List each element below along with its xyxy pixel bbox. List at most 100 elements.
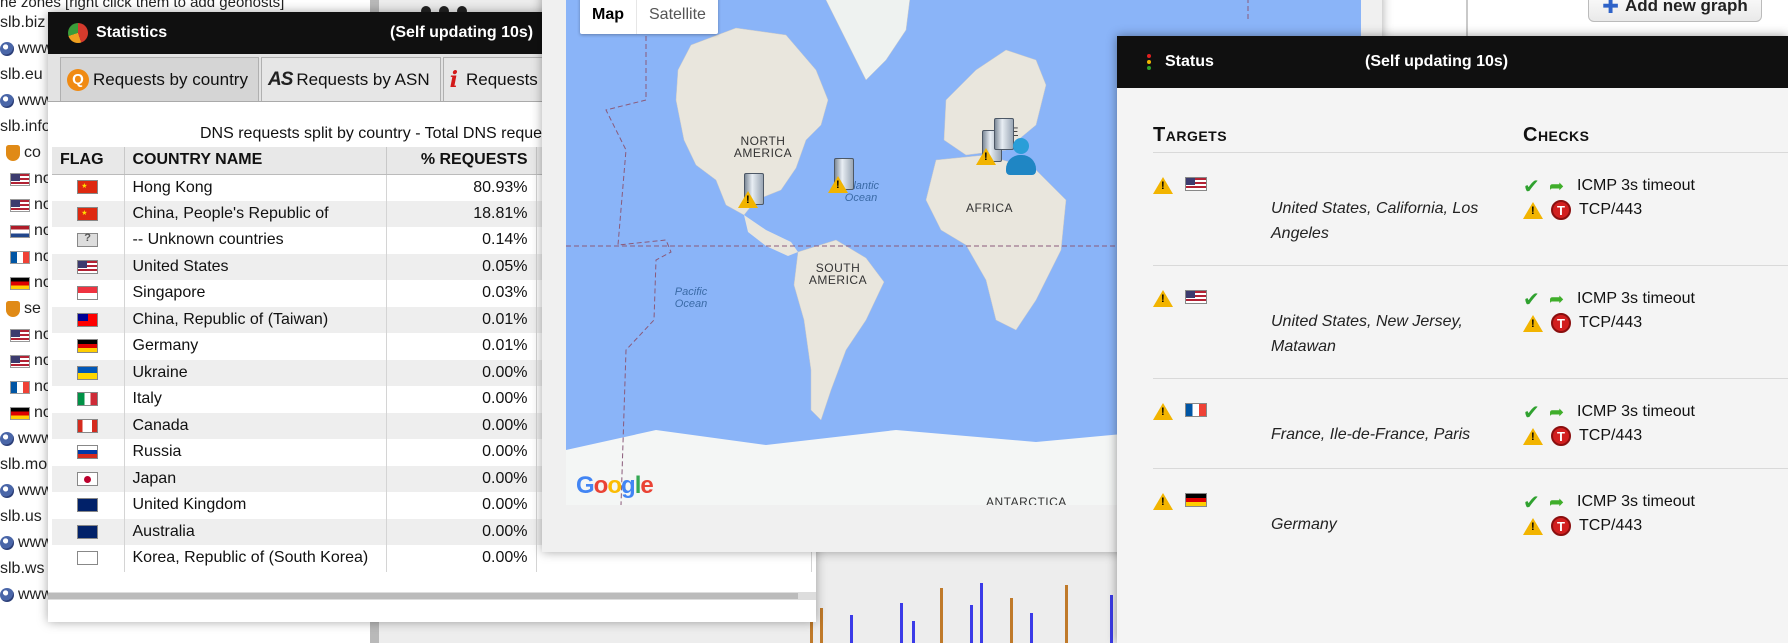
warning-icon [828,176,848,193]
flag-icon [10,250,30,264]
check-icmp[interactable]: ✔ ➦ ICMP 3s timeout [1523,288,1695,311]
column-header-country[interactable]: COUNTRY NAME [124,147,387,175]
label-antarctica: ANTARCTICA [986,495,1067,505]
percent-cell: 0.01% [386,333,537,360]
globe-icon [0,588,14,602]
check-ok-icon: ✔ [1523,175,1540,198]
flag-cell [52,280,125,307]
zone-tree-item[interactable]: www [0,530,53,556]
zone-tree-item[interactable]: www [0,582,53,608]
percent-cell: 0.00% [386,439,537,466]
zone-tree-item[interactable]: slb.eu [0,62,43,88]
scrollbar-thumb[interactable] [48,593,798,599]
zone-tree-item[interactable]: no [0,166,52,192]
user-head [1013,138,1029,154]
check-icmp-label: ICMP 3s timeout [1577,177,1695,194]
flag-cell [52,412,125,439]
flag-icon [10,198,30,212]
zone-tree-item[interactable]: slb.biz [0,10,45,36]
graph-bar [1010,598,1013,643]
user-location-icon[interactable] [1004,138,1038,178]
zone-tree-item[interactable]: no [0,218,52,244]
status-target-row[interactable]: Germany ✔ ➦ ICMP 3s timeout T TCP/443 [1153,468,1788,608]
check-ok-icon: ✔ [1523,491,1540,514]
check-tcp-label: TCP/443 [1579,427,1643,444]
zone-tree-item[interactable]: no [0,374,52,400]
label-africa: AFRICA [966,201,1014,215]
redirect-arrow-icon: ➦ [1549,401,1565,422]
check-tcp[interactable]: T TCP/443 [1523,312,1642,334]
check-ok-icon: ✔ [1523,401,1540,424]
column-header-flag[interactable]: FLAG [52,147,125,175]
map-view-button[interactable]: Map [580,0,636,34]
percent-cell: 0.00% [386,518,537,545]
warning-icon [738,191,758,208]
zone-tree-item[interactable]: www [0,426,53,452]
server-marker-new-jersey[interactable] [828,158,856,194]
shield-icon [6,301,20,317]
flag-cell: ? [52,227,125,254]
zone-tree-item-label: se [24,300,41,317]
add-new-graph-label: Add new graph [1624,0,1748,15]
status-target-row[interactable]: United States, New Jersey, Matawan ✔ ➦ ICMP… [1153,265,1788,378]
warning-icon [1153,493,1173,510]
tab-requests-by-asn[interactable]: AS Requests by ASN [260,57,441,101]
flag-cell [52,306,125,333]
flag-cell [52,333,125,360]
target-location: United States, California, Los Angeles [1271,200,1479,242]
tab-requests-by-country[interactable]: Q Requests by country [60,57,259,101]
zone-tree-item[interactable]: slb.info [0,114,51,140]
check-tcp[interactable]: T TCP/443 [1523,425,1642,447]
status-target-row[interactable]: France, Ile-de-France, Paris ✔ ➦ ICMP 3s ti… [1153,378,1788,468]
flag-us-icon [1185,177,1207,191]
warning-icon [1523,517,1543,535]
zone-tree-item[interactable]: slb.ws [0,556,44,582]
check-icmp[interactable]: ✔ ➦ ICMP 3s timeout [1523,175,1695,198]
zone-tree-item[interactable]: no [0,322,52,348]
server-marker-los-angeles[interactable] [738,173,766,209]
flag-ca-icon [77,418,99,433]
country-name-cell: Russia [124,439,387,466]
check-icmp[interactable]: ✔ ➦ ICMP 3s timeout [1523,401,1695,424]
country-name-cell: China, Republic of (Taiwan) [124,306,387,333]
tcp-error-icon: T [1551,313,1571,333]
check-icmp[interactable]: ✔ ➦ ICMP 3s timeout [1523,491,1695,514]
zone-tree-item[interactable]: no [0,192,52,218]
column-header-percent[interactable]: % REQUESTS [386,147,537,175]
zone-tree-item-label: slb.mo [0,456,48,473]
zone-tree-item[interactable]: no [0,270,52,296]
flag-de-icon [77,339,99,354]
zone-tree-item[interactable]: www [0,36,53,62]
table-caption: DNS requests split by country - Total DN… [200,125,563,142]
horizontal-scrollbar[interactable] [48,592,816,600]
zone-tree-item[interactable]: se [0,296,41,322]
zone-tree-item[interactable]: no [0,348,52,374]
zone-tree-item[interactable]: www [0,478,53,504]
check-tcp[interactable]: T TCP/443 [1523,515,1642,537]
zone-tree-item[interactable]: slb.mo [0,452,47,478]
toolbar-separator [1466,0,1468,40]
zone-tree-item[interactable]: no [0,400,52,426]
flag-us-icon [1185,290,1207,304]
zone-tree-item[interactable]: co [0,140,41,166]
flag-icon [10,224,30,238]
graph-bar [940,588,943,643]
percent-cell: 0.00% [386,545,537,572]
country-name-cell: Ukraine [124,359,387,386]
percent-cell: 0.05% [386,253,537,280]
country-name-cell: China, People's Republic of [124,200,387,227]
zone-tree-item[interactable]: no [0,244,52,270]
satellite-view-button[interactable]: Satellite [636,0,718,34]
warning-icon [1523,427,1543,445]
country-name-cell: Singapore [124,280,387,307]
status-titlebar[interactable]: Status (Self updating 10s) [1117,36,1788,88]
status-target-row[interactable]: United States, California, Los Angeles ✔ ➦… [1153,152,1788,265]
globe-icon [0,432,14,446]
shield-icon [6,145,20,161]
flag-icon [10,406,30,420]
check-tcp[interactable]: T TCP/443 [1523,199,1642,221]
add-new-graph-button[interactable]: ✚ Add new graph [1588,0,1762,22]
zone-tree-item-label: slb.us [0,508,42,525]
zone-tree-item[interactable]: www [0,88,53,114]
zone-tree-item[interactable]: slb.us [0,504,42,530]
